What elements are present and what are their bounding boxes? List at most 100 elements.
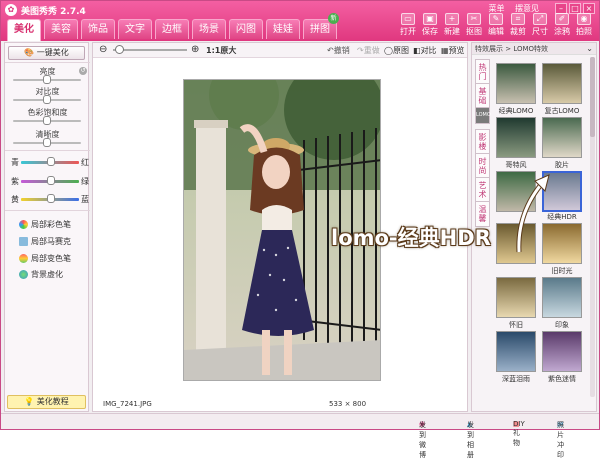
slider-knob[interactable] (47, 194, 55, 203)
undo-icon: ↶ (327, 46, 334, 55)
original-icon: ◯ (384, 46, 393, 55)
side-tab-fashion[interactable]: 时尚 (475, 153, 490, 179)
tutorial-button[interactable]: 💡 美化教程 (7, 395, 86, 409)
zoom-in-icon[interactable]: ⊕ (191, 44, 199, 55)
cyan-red-slider[interactable] (21, 157, 79, 166)
save-button[interactable]: ▣ 保存 (419, 13, 441, 37)
camera-button[interactable]: ◉ 拍照 (573, 13, 595, 37)
panel-scrollbar[interactable] (590, 57, 595, 397)
new-button[interactable]: + 新建 (441, 13, 463, 37)
effects-breadcrumb: 特效展示 > LOMO特效 ⌄ (472, 43, 596, 55)
cyan-label: 青 (11, 158, 19, 167)
doodle-button[interactable]: ✐ 涂鸦 (551, 13, 573, 37)
sharpness-slider[interactable] (13, 138, 81, 147)
local-recolor-pen[interactable]: 局部变色笔 (19, 253, 71, 264)
tab-accessories[interactable]: 饰品 (81, 19, 115, 39)
side-tab-art[interactable]: 艺术 (475, 177, 490, 203)
tutorial-label: 美化教程 (36, 397, 69, 406)
purple-green-slider[interactable] (21, 176, 79, 185)
green-label: 绿 (81, 177, 89, 186)
zoom-knob[interactable] (115, 45, 124, 54)
app-title: 美图秀秀 2.7.4 (21, 7, 86, 17)
zoom-out-icon[interactable]: ⊖ (99, 44, 107, 55)
doodle-label: 涂鸦 (554, 27, 570, 36)
yellow-label: 黄 (11, 195, 19, 204)
zoom-level[interactable]: 1:1原大 (206, 45, 236, 56)
mosaic-icon (19, 237, 28, 246)
blue-label: 蓝 (81, 195, 89, 204)
slider-knob[interactable] (43, 75, 51, 84)
scroll-thumb[interactable] (590, 57, 595, 137)
edit-button[interactable]: ✎ 编辑 (485, 13, 507, 37)
effect-thumb[interactable] (496, 117, 536, 158)
yellow-blue-slider[interactable] (21, 194, 79, 203)
purple-label: 紫 (11, 177, 19, 186)
crop-button[interactable]: ⌗ 裁剪 (507, 13, 529, 37)
slider-knob[interactable] (43, 138, 51, 147)
slider-knob[interactable] (47, 157, 55, 166)
adjust-panel: 🎨 一键美化 亮度 ↺ 对比度 色彩饱和度 清晰度 青 红 紫 绿 黄 蓝 局部… (4, 42, 90, 412)
original-button[interactable]: ◯原图 (384, 45, 409, 56)
preview-label: 预览 (448, 46, 465, 55)
tab-frame[interactable]: 边框 (155, 19, 189, 39)
new-label: 新建 (444, 27, 460, 36)
slider-knob[interactable] (47, 176, 55, 185)
effects-breadcrumb-text: 特效展示 > LOMO特效 (475, 45, 549, 53)
effect-label: 复古LOMO (544, 107, 580, 115)
red-label: 红 (81, 158, 89, 167)
tab-doll[interactable]: 娃娃 (266, 19, 300, 39)
saturation-slider[interactable] (13, 116, 81, 125)
undo-button[interactable]: ↶撤销 (327, 45, 350, 56)
bulb-icon: 💡 (24, 397, 35, 406)
effect-label: 怀旧 (509, 321, 523, 329)
preview-button[interactable]: ▦预览 (441, 45, 465, 56)
tab-beauty[interactable]: 美容 (44, 19, 78, 39)
crop-icon: ⌗ (511, 13, 525, 25)
tab-collage[interactable]: 拼图新 (303, 13, 339, 39)
one-click-beautify-button[interactable]: 🎨 一键美化 (8, 46, 85, 60)
annotation-arrow-icon (516, 174, 550, 253)
slider-knob[interactable] (43, 116, 51, 125)
effect-thumb[interactable] (496, 277, 536, 318)
effect-label: 旧时光 (551, 267, 573, 275)
local-mosaic[interactable]: 局部马赛克 (19, 236, 71, 247)
resize-button[interactable]: ⤢ 尺寸 (529, 13, 551, 37)
title-bar: ✿ 美图秀秀 2.7.4 菜单 摆意见 – □ × 美化 美容 饰品 文字 边框… (1, 1, 599, 41)
redo-button[interactable]: ↷重做 (357, 45, 380, 56)
effect-thumb[interactable] (542, 277, 582, 318)
side-tab-hot[interactable]: 热门 (475, 59, 490, 85)
local-mosaic-label: 局部马赛克 (31, 237, 71, 246)
effect-thumb[interactable] (542, 63, 582, 104)
effect-thumb[interactable] (542, 117, 582, 158)
contrast-slider[interactable] (13, 95, 81, 104)
tab-scene[interactable]: 场景 (192, 19, 226, 39)
menu-link[interactable]: 菜单 (488, 4, 504, 13)
slider-knob[interactable] (43, 95, 51, 104)
local-color-pen[interactable]: 局部彩色笔 (19, 219, 71, 230)
brightness-slider[interactable] (13, 75, 81, 84)
effect-thumb[interactable] (542, 331, 582, 372)
tab-beautify[interactable]: 美化 (7, 19, 41, 41)
side-tab-basic[interactable]: 基础 (475, 83, 490, 109)
brush-icon: ✐ (555, 13, 569, 25)
compare-button[interactable]: ◧对比 (413, 45, 437, 56)
folder-icon: ▭ (401, 13, 415, 25)
feedback-link[interactable]: 摆意见 (515, 4, 539, 13)
zoom-slider[interactable] (113, 45, 187, 54)
background-blur[interactable]: 背景虚化 (19, 269, 63, 280)
blur-icon (19, 270, 28, 279)
tab-text[interactable]: 文字 (118, 19, 152, 39)
cutout-label: 抠图 (466, 27, 482, 36)
photo-print-label: 照片冲印 (557, 421, 564, 459)
tab-flash[interactable]: 闪图 (229, 19, 263, 39)
reset-icon[interactable]: ↺ (79, 67, 87, 75)
collapse-icon[interactable]: ⌄ (586, 43, 593, 55)
cutout-button[interactable]: ✂ 抠图 (463, 13, 485, 37)
effect-thumb[interactable] (496, 63, 536, 104)
effect-thumb[interactable] (496, 331, 536, 372)
open-label: 打开 (400, 27, 416, 36)
camera-label: 拍照 (576, 27, 592, 36)
open-button[interactable]: ▭ 打开 (397, 13, 419, 37)
side-tab-lomo[interactable]: LOMO (475, 107, 491, 124)
side-tab-studio[interactable]: 影楼 (475, 129, 490, 155)
